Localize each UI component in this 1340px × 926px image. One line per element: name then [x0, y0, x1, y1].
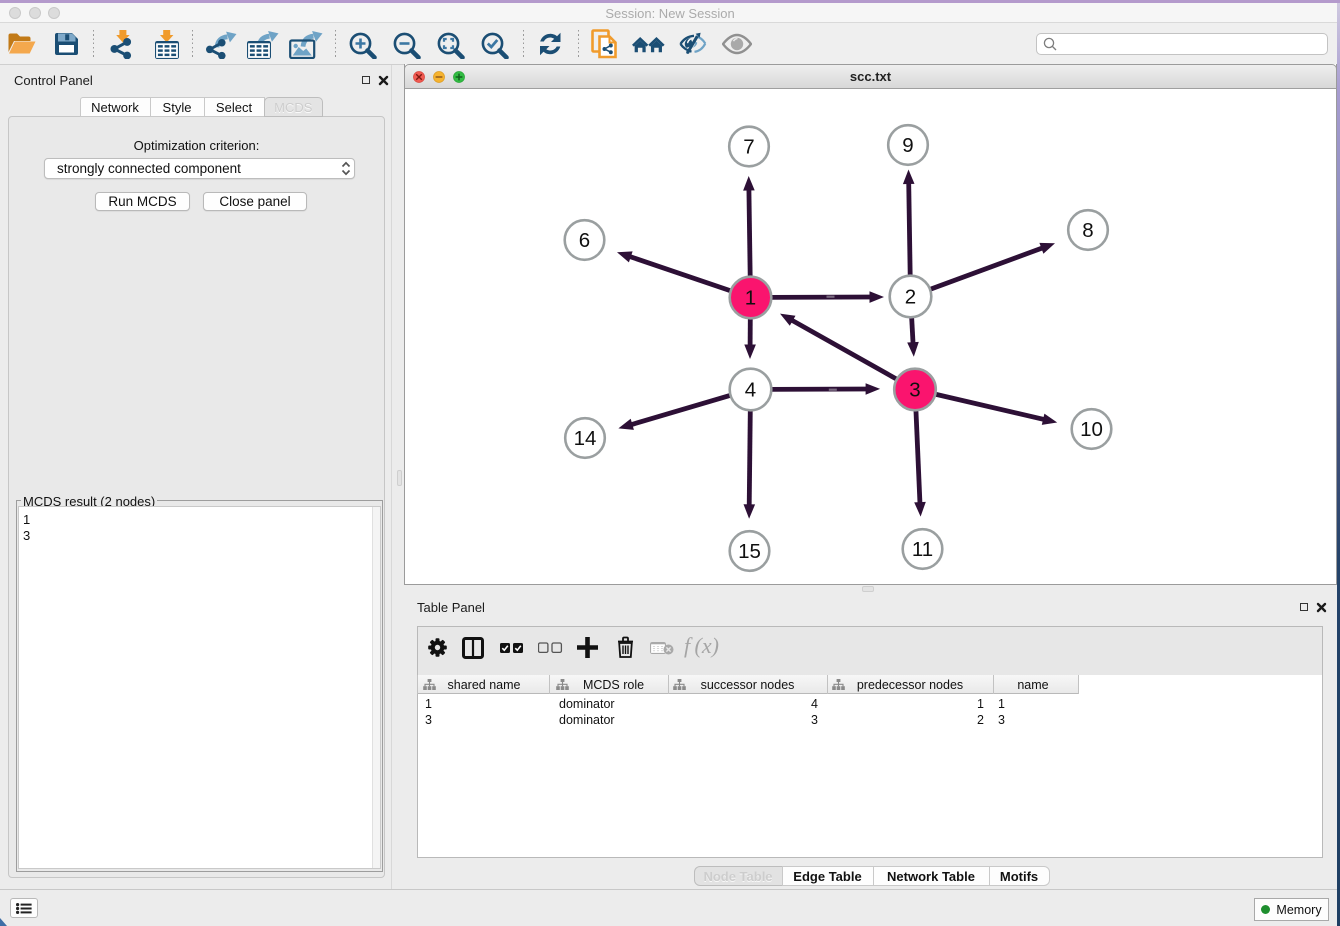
- svg-text:4: 4: [745, 379, 756, 402]
- svg-text:1: 1: [745, 287, 756, 310]
- svg-text:6: 6: [579, 229, 590, 252]
- svg-text:8: 8: [1082, 219, 1093, 242]
- svg-text:11: 11: [912, 538, 933, 561]
- svg-text:15: 15: [738, 540, 761, 563]
- svg-text:10: 10: [1080, 418, 1103, 441]
- svg-text:7: 7: [743, 136, 754, 159]
- svg-text:2: 2: [905, 286, 916, 309]
- svg-text:14: 14: [574, 427, 597, 450]
- svg-text:3: 3: [909, 379, 920, 402]
- svg-text:9: 9: [902, 134, 913, 157]
